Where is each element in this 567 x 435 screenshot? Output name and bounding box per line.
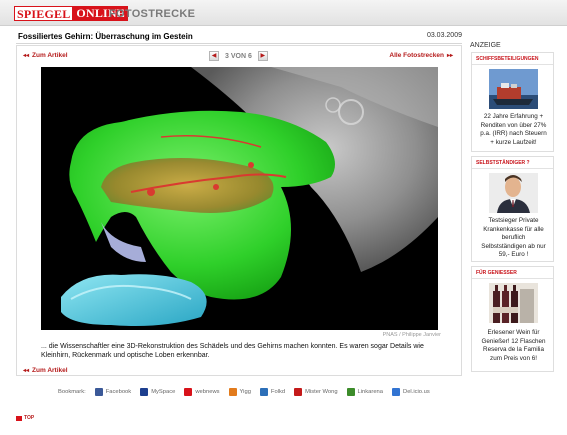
gallery-box: ◂◂ Zum Artikel ◀ 3 VON 6 ▶ Alle Fotostre… (16, 45, 462, 376)
bookmark-yigg[interactable]: Yigg (228, 388, 251, 396)
ad-text-line: 22 Jahre Erfahrung + (483, 113, 544, 120)
yigg-icon (228, 388, 237, 396)
ad-text: Erlesener Wein für Genießer! 12 Flaschen… (472, 329, 555, 363)
bookmark-misterwong[interactable]: Mister Wong (294, 388, 338, 396)
bookmark-label: Bookmark: (58, 389, 86, 395)
back-to-top-link[interactable]: TOP (16, 415, 34, 421)
ad-heading: FÜR GENIESSER (472, 267, 553, 279)
back-to-article-label-bottom: Zum Artikel (32, 367, 68, 374)
bookmark-webnews-label: webnews (195, 389, 220, 395)
bookmark-facebook-label: Facebook (105, 389, 132, 395)
ad-text-line: Renditen von über 27% (480, 121, 547, 129)
bookmark-webnews[interactable]: webnews (184, 388, 220, 396)
myspace-icon (140, 388, 149, 396)
back-to-article-label: Zum Artikel (32, 52, 68, 59)
double-chevron-left-icon: ◂◂ (23, 53, 30, 59)
logo-text-spiegel: SPIEGEL (14, 6, 74, 21)
ad-box-wine[interactable]: FÜR GENIESSER Erlesener Wein für Genieße… (471, 266, 554, 372)
bookmark-myspace[interactable]: MySpace (140, 388, 175, 396)
ad-text-line: beruflich (501, 234, 526, 241)
gallery-photo[interactable] (41, 67, 438, 330)
bookmark-folkd-label: Folkd (270, 389, 286, 395)
pager-count: 3 VON 6 (225, 52, 252, 60)
section-title: FOTOSTRECKE (109, 8, 196, 20)
delicious-icon (392, 388, 401, 396)
ad-label: ANZEIGE (470, 42, 501, 49)
bookmark-delicious[interactable]: Del.icio.us (392, 388, 430, 396)
page: SPIEGEL ONLINE FOTOSTRECKE Fossiliertes … (0, 0, 567, 435)
bookmark-bar: Bookmark: Facebook MySpace webnews Yigg … (58, 386, 430, 398)
ad-text-line: Testsieger Private (488, 217, 539, 224)
ad-text-line: + kurze Laufzeit! (490, 138, 537, 146)
gallery-panel: Fossiliertes Gehirn: Überraschung im Ges… (14, 28, 464, 410)
all-galleries-label: Alle Fotostrecken (389, 52, 444, 59)
bookmark-misterwong-label: Mister Wong (305, 389, 338, 395)
ad-text: Testsieger Private Krankenkasse für alle… (472, 217, 555, 260)
ad-text-line: Erlesener Wein für (487, 329, 540, 336)
pager: ◀ 3 VON 6 ▶ (209, 50, 268, 62)
gallery-date: 03.03.2009 (426, 32, 462, 39)
ad-box-insurance[interactable]: SELBSTSTÄNDIGER ? Testsieger Private Kra… (471, 156, 554, 262)
facebook-icon (94, 388, 103, 396)
ad-text-line: Selbstständigen ab nur (481, 242, 546, 250)
bookmark-linkarena-label: Linkarena (357, 389, 384, 395)
fossil-brain-3d-reconstruction-image (41, 67, 438, 330)
back-to-article-link-bottom[interactable]: ◂◂ Zum Artikel (23, 367, 68, 374)
bookmark-myspace-label: MySpace (151, 389, 176, 395)
ad-heading: SELBSTSTÄNDIGER ? (472, 157, 553, 169)
site-header: SPIEGEL ONLINE FOTOSTRECKE (0, 0, 567, 26)
arrow-left-icon: ◀ (211, 53, 217, 59)
webnews-icon (184, 388, 193, 396)
businessman-image (489, 173, 538, 213)
double-chevron-left-icon: ◂◂ (23, 368, 30, 374)
bookmark-folkd[interactable]: Folkd (259, 388, 286, 396)
misterwong-icon (294, 388, 303, 396)
ad-text-line: zum Preis von 6! (490, 354, 537, 362)
ad-text-line: Krankenkasse für alle (483, 225, 544, 233)
title-divider (16, 43, 462, 44)
ad-text-line: Reserva de la Familia (483, 346, 544, 353)
ad-text-line: p.a. (IRR) nach Steuern (480, 130, 547, 137)
photo-caption: ... die Wissenschaftler eine 3D-Rekonstr… (41, 343, 424, 359)
bookmark-linkarena[interactable]: Linkarena (346, 388, 384, 396)
arrow-up-icon (16, 415, 22, 421)
all-galleries-link[interactable]: Alle Fotostrecken ▸▸ (389, 52, 453, 59)
gallery-nav: ◂◂ Zum Artikel ◀ 3 VON 6 ▶ Alle Fotostre… (17, 50, 461, 64)
previous-photo-button[interactable]: ◀ (209, 51, 219, 61)
wine-image (489, 283, 538, 323)
ad-text: 22 Jahre Erfahrung + Renditen von über 2… (472, 113, 555, 147)
back-to-top-label: TOP (24, 415, 35, 421)
bookmark-yigg-label: Yigg (239, 389, 251, 395)
bookmark-delicious-label: Del.icio.us (403, 389, 430, 395)
double-chevron-right-icon: ▸▸ (446, 53, 453, 59)
gallery-title: Fossiliertes Gehirn: Überraschung im Ges… (18, 32, 193, 41)
next-photo-button[interactable]: ▶ (257, 51, 268, 61)
ad-box-ships[interactable]: SCHIFFSBETEILIGUNGEN 22 Jahre Erfahrung … (471, 52, 554, 152)
back-to-article-link[interactable]: ◂◂ Zum Artikel (23, 52, 68, 59)
ad-text-line: Genießer! 12 Flaschen (481, 337, 546, 345)
arrow-right-icon: ▶ (260, 53, 266, 59)
photo-credit: PNAS / Philippe Janvier (382, 332, 441, 338)
folkd-icon (259, 388, 268, 396)
ad-text-line: 59,- Euro ! (498, 251, 529, 258)
bookmark-facebook[interactable]: Facebook (94, 388, 132, 396)
linkarena-icon (346, 388, 355, 396)
ad-heading: SCHIFFSBETEILIGUNGEN (472, 53, 553, 65)
ship-image (489, 69, 538, 109)
